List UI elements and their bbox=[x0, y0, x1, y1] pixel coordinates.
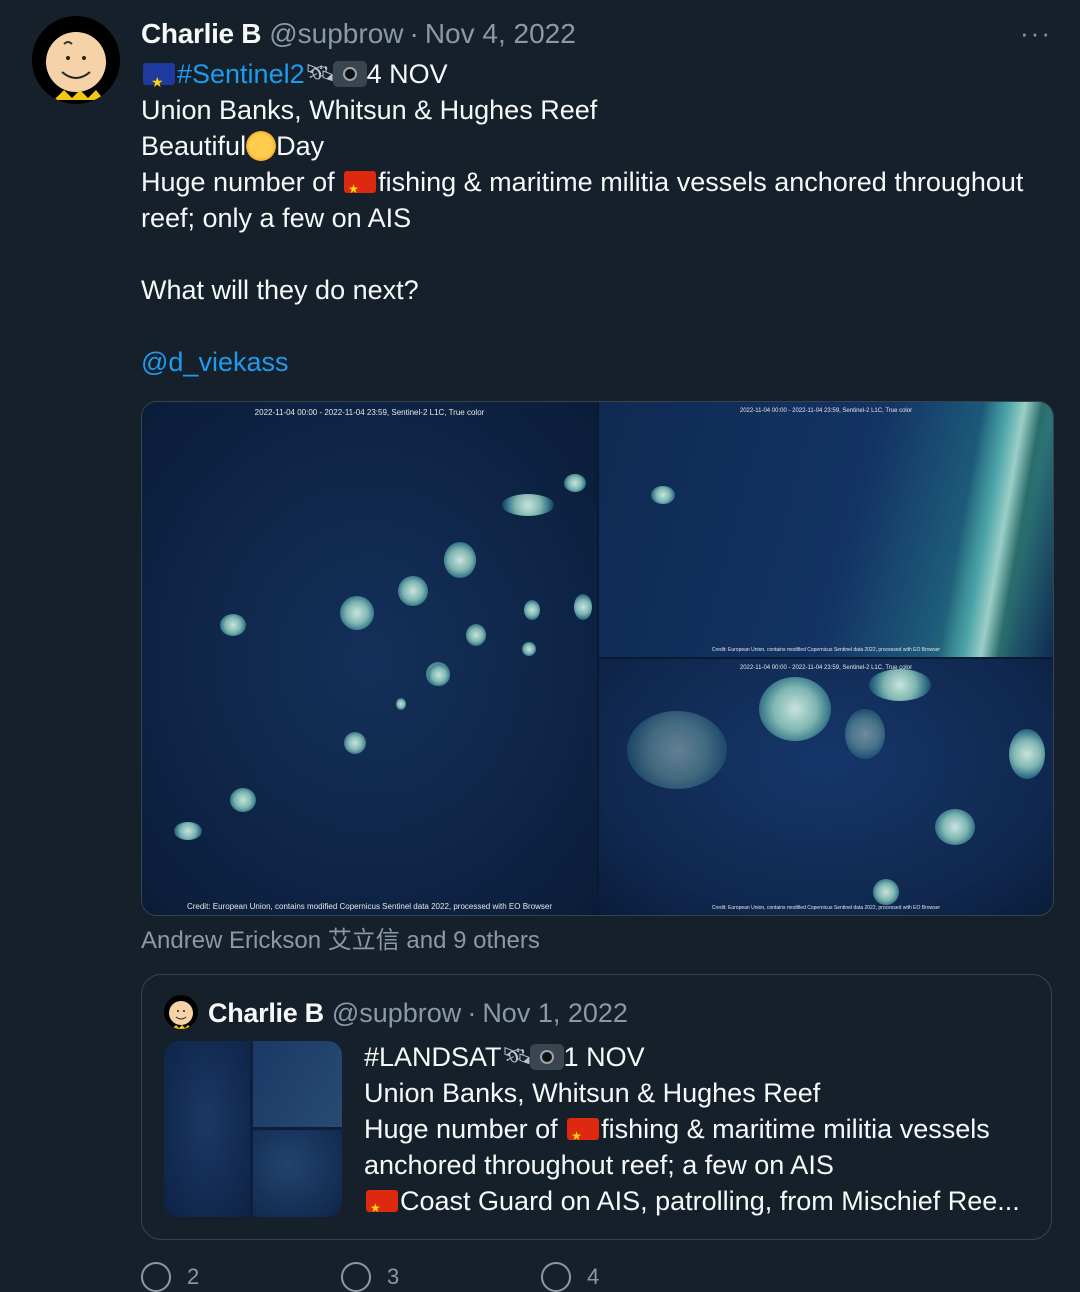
reply-icon bbox=[141, 1262, 171, 1292]
satellite-image-bottom-right[interactable]: 2022-11-04 00:00 - 2022-11-04 23:59, Sen… bbox=[599, 659, 1053, 915]
heart-icon bbox=[541, 1262, 571, 1292]
retweet-button[interactable]: 3 bbox=[341, 1262, 541, 1292]
image-credit: Credit: European Union, contains modifie… bbox=[711, 905, 941, 911]
separator: · bbox=[409, 18, 419, 49]
tweet-line-2: Union Banks, Whitsun & Hughes Reef bbox=[141, 95, 598, 125]
avatar[interactable] bbox=[32, 16, 120, 104]
tweet-line-6: What will they do next? bbox=[141, 275, 419, 305]
tweet-date[interactable]: Nov 4, 2022 bbox=[425, 18, 576, 50]
text-fishing: fishing & maritime militia vessels bbox=[601, 1114, 990, 1144]
quoted-thumbnail bbox=[164, 1041, 342, 1217]
quoted-line-5: Coast Guard on AIS, patrolling, from Mis… bbox=[364, 1183, 1044, 1219]
author-handle[interactable]: @supbrow bbox=[269, 18, 403, 50]
satellite-icon: 🛰 bbox=[501, 1042, 533, 1070]
liked-by-line[interactable]: Andrew Erickson 艾立信 and 9 others bbox=[141, 920, 540, 955]
reply-button[interactable]: 2 bbox=[141, 1262, 341, 1292]
quoted-author-handle: @supbrow bbox=[331, 997, 462, 1028]
text-huge-number: Huge number of bbox=[364, 1114, 566, 1144]
image-caption: 2022-11-04 00:00 - 2022-11-04 23:59, Sen… bbox=[254, 408, 485, 417]
tweet-header: Charlie B @supbrow · Nov 4, 2022 bbox=[141, 16, 1080, 52]
china-flag-icon bbox=[344, 170, 377, 207]
quoted-author-name: Charlie B bbox=[208, 997, 324, 1028]
text-beautiful: Beautiful bbox=[141, 131, 247, 161]
quoted-line-2: Union Banks, Whitsun & Hughes Reef bbox=[364, 1078, 821, 1108]
text-coast-guard: Coast Guard on AIS, patrolling, from Mis… bbox=[400, 1186, 1020, 1216]
like-button[interactable]: 4 bbox=[541, 1262, 741, 1292]
media-grid: 2022-11-04 00:00 - 2022-11-04 23:59, Sen… bbox=[141, 401, 1054, 916]
retweet-icon bbox=[341, 1262, 371, 1292]
satellite-icon: 🛰 bbox=[304, 59, 336, 87]
tweet-line-3: Beautiful Day bbox=[141, 128, 1061, 164]
china-flag-icon bbox=[567, 1117, 600, 1147]
like-count: 4 bbox=[587, 1264, 600, 1289]
text-fishing: fishing & maritime militia vessels ancho… bbox=[378, 167, 1024, 197]
satellite-image-top-right[interactable]: 2022-11-04 00:00 - 2022-11-04 23:59, Sen… bbox=[599, 402, 1053, 657]
quoted-line-3: Huge number of fishing & maritime militi… bbox=[364, 1111, 1044, 1147]
quoted-hashtag: #LANDSAT bbox=[364, 1042, 502, 1072]
retweet-count: 3 bbox=[387, 1264, 400, 1289]
sun-icon bbox=[246, 130, 277, 161]
eu-flag-icon bbox=[143, 62, 175, 100]
tweet-text: #Sentinel2🛰 4 NOV Union Banks, Whitsun & … bbox=[141, 56, 1061, 380]
quoted-date: Nov 1, 2022 bbox=[482, 997, 628, 1028]
quoted-date-tag: 1 NOV bbox=[563, 1042, 645, 1072]
tweet-line-4: Huge number of fishing & maritime militi… bbox=[141, 164, 1061, 207]
text-day: Day bbox=[276, 131, 325, 161]
tweet-line-1: #Sentinel2🛰 4 NOV bbox=[141, 56, 1061, 100]
camera-icon bbox=[332, 60, 367, 87]
reply-count: 2 bbox=[187, 1264, 200, 1289]
tweet-line-5: reef; only a few on AIS bbox=[141, 203, 412, 233]
china-flag-icon bbox=[366, 1189, 398, 1219]
reef-band bbox=[938, 402, 1053, 657]
author-name[interactable]: Charlie B bbox=[141, 18, 262, 50]
image-credit: Credit: European Union, contains modifie… bbox=[186, 902, 553, 911]
image-caption: 2022-11-04 00:00 - 2022-11-04 23:59, Sen… bbox=[739, 665, 913, 671]
quoted-tweet[interactable]: Charlie B @supbrow · Nov 1, 2022 #LANDSA… bbox=[141, 974, 1052, 1240]
more-options-icon[interactable]: ··· bbox=[1020, 18, 1052, 49]
action-bar: 2 3 4 bbox=[141, 1262, 1041, 1292]
camera-icon bbox=[529, 1043, 564, 1070]
tweet: Charlie B @supbrow · Nov 4, 2022 ··· #Se… bbox=[0, 0, 1080, 1292]
image-credit: Credit: European Union, contains modifie… bbox=[711, 647, 941, 653]
hashtag-link[interactable]: #Sentinel2 bbox=[177, 59, 305, 89]
quoted-avatar bbox=[164, 995, 198, 1029]
quoted-line-1: #LANDSAT🛰 1 NOV bbox=[364, 1039, 1044, 1075]
satellite-image-left[interactable]: 2022-11-04 00:00 - 2022-11-04 23:59, Sen… bbox=[142, 402, 597, 915]
quoted-text: #LANDSAT🛰 1 NOV Union Banks, Whitsun & Hu… bbox=[364, 1039, 1044, 1219]
date-tag: 4 NOV bbox=[366, 59, 448, 89]
text-huge-number: Huge number of bbox=[141, 167, 343, 197]
separator: · bbox=[467, 997, 477, 1028]
quoted-line-4: anchored throughout reef; a few on AIS bbox=[364, 1150, 834, 1180]
mention-link[interactable]: @d_viekass bbox=[141, 344, 1061, 380]
quoted-header: Charlie B @supbrow · Nov 1, 2022 bbox=[208, 995, 628, 1031]
